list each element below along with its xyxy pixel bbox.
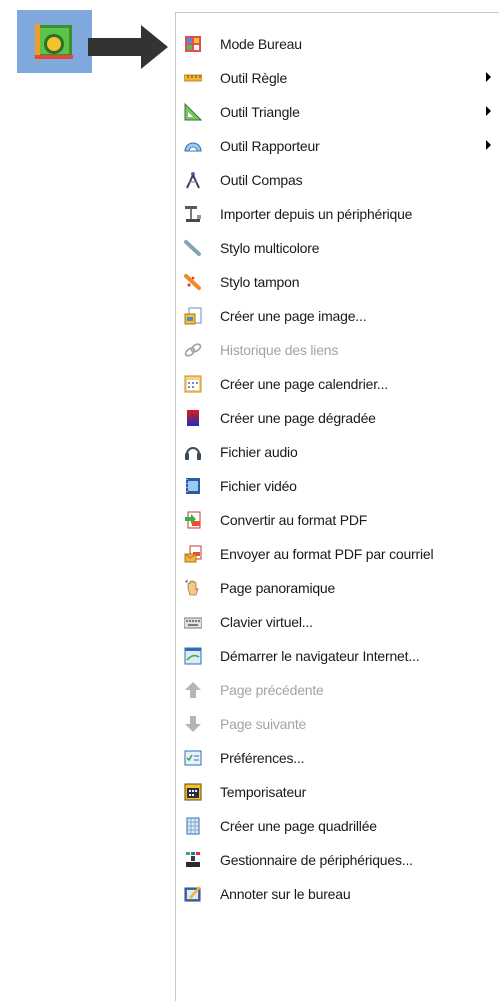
- menu-item-label: Gestionnaire de périphériques...: [220, 852, 413, 868]
- menu-item-label: Envoyer au format PDF par courriel: [220, 546, 434, 562]
- menu-item-stylo-multicolore[interactable]: Stylo multicolore: [176, 231, 499, 265]
- arrow-down-icon: [185, 716, 201, 732]
- menu-item-label: Mode Bureau: [220, 36, 302, 52]
- email-pdf-icon: [184, 545, 202, 563]
- menu-item-label: Page suivante: [220, 716, 307, 732]
- menu-item-creer-page-quadrillee[interactable]: Créer une page quadrillée: [176, 809, 499, 843]
- menu-item-outil-regle[interactable]: Outil Règle: [176, 61, 499, 95]
- menu-item-demarrer-navigateur[interactable]: Démarrer le navigateur Internet...: [176, 639, 499, 673]
- menu-item-outil-triangle[interactable]: Outil Triangle: [176, 95, 499, 129]
- smartboard-app-icon: [35, 24, 73, 60]
- menu-item-label: Annoter sur le bureau: [220, 886, 351, 902]
- menu-item-label: Page panoramique: [220, 580, 336, 596]
- menu-item-label: Outil Triangle: [220, 104, 300, 120]
- import-device-icon: [185, 206, 201, 222]
- menu-item-label: Stylo multicolore: [220, 240, 320, 256]
- menu-item-outil-rapporteur[interactable]: Outil Rapporteur: [176, 129, 499, 163]
- submenu-arrow-icon: [486, 140, 491, 150]
- menu-item-label: Créer une page dégradée: [220, 410, 376, 426]
- compass-icon: [186, 172, 200, 189]
- desktop-mode-icon: [185, 36, 201, 52]
- menu-item-label: Démarrer le navigateur Internet...: [220, 648, 420, 664]
- menu-item-preferences[interactable]: Préférences...: [176, 741, 499, 775]
- menu-item-label: Outil Compas: [220, 172, 303, 188]
- menu-item-historique-liens[interactable]: Historique des liens: [176, 333, 499, 367]
- image-page-icon: [184, 307, 202, 325]
- menu-item-label: Stylo tampon: [220, 274, 300, 290]
- menu-item-label: Temporisateur: [220, 784, 307, 800]
- menu-item-label: Créer une page quadrillée: [220, 818, 377, 834]
- keyboard-icon: [184, 617, 202, 629]
- stamp-pen-icon: [184, 274, 201, 290]
- preferences-icon: [184, 750, 202, 766]
- submenu-arrow-icon: [486, 106, 491, 116]
- arrow-up-icon: [185, 682, 201, 698]
- device-manager-icon: [186, 852, 200, 867]
- calendar-page-icon: [184, 375, 202, 393]
- menu-item-label: Créer une page image...: [220, 308, 367, 324]
- menu-item-creer-page-calendrier[interactable]: Créer une page calendrier...: [176, 367, 499, 401]
- context-menu: Mode Bureau Outil Règle Outil Triangle O…: [175, 12, 499, 1001]
- menu-item-convertir-pdf[interactable]: Convertir au format PDF: [176, 503, 499, 537]
- menu-item-page-panoramique[interactable]: Page panoramique: [176, 571, 499, 605]
- link-history-icon: [184, 343, 202, 357]
- menu-item-label: Outil Rapporteur: [220, 138, 320, 154]
- menu-item-annoter-bureau[interactable]: Annoter sur le bureau: [176, 877, 499, 911]
- triangle-icon: [184, 103, 202, 121]
- menu-item-envoyer-pdf-courriel[interactable]: Envoyer au format PDF par courriel: [176, 537, 499, 571]
- menu-item-label: Fichier vidéo: [220, 478, 297, 494]
- menu-item-fichier-video[interactable]: Fichier vidéo: [176, 469, 499, 503]
- browser-icon: [184, 647, 202, 665]
- grid-page-icon: [186, 817, 200, 835]
- menu-item-label: Importer depuis un périphérique: [220, 206, 413, 222]
- menu-item-label: Historique des liens: [220, 342, 339, 358]
- ruler-icon: [184, 74, 202, 82]
- multicolor-pen-icon: [184, 240, 201, 256]
- menu-item-label: Préférences...: [220, 750, 305, 766]
- menu-item-label: Créer une page calendrier...: [220, 376, 388, 392]
- convert-pdf-icon: [185, 511, 201, 529]
- menu-item-page-suivante[interactable]: Page suivante: [176, 707, 499, 741]
- headphones-icon: [185, 447, 201, 460]
- timer-icon: [184, 783, 202, 801]
- menu-item-label: Clavier virtuel...: [220, 614, 313, 630]
- menu-item-fichier-audio[interactable]: Fichier audio: [176, 435, 499, 469]
- menu-item-gestionnaire-peripheriques[interactable]: Gestionnaire de périphériques...: [176, 843, 499, 877]
- menu-item-stylo-tampon[interactable]: Stylo tampon: [176, 265, 499, 299]
- menu-item-label: Convertir au format PDF: [220, 512, 368, 528]
- menu-item-temporisateur[interactable]: Temporisateur: [176, 775, 499, 809]
- arrow-right-icon: [88, 25, 168, 69]
- menu-item-creer-page-degradee[interactable]: Créer une page dégradée: [176, 401, 499, 435]
- menu-item-outil-compas[interactable]: Outil Compas: [176, 163, 499, 197]
- menu-item-importer-peripherique[interactable]: Importer depuis un périphérique: [176, 197, 499, 231]
- pan-hand-icon: [185, 580, 199, 596]
- video-file-icon: [186, 478, 200, 494]
- menu-item-label: Page précédente: [220, 682, 324, 698]
- annotate-desktop-icon: [184, 886, 201, 902]
- smartboard-launcher-button[interactable]: [17, 10, 92, 73]
- menu-item-label: Fichier audio: [220, 444, 298, 460]
- submenu-arrow-icon: [486, 72, 491, 82]
- gradient-page-icon: [187, 410, 199, 426]
- menu-item-mode-bureau[interactable]: Mode Bureau: [176, 27, 499, 61]
- protractor-icon: [184, 142, 202, 152]
- menu-item-page-precedente[interactable]: Page précédente: [176, 673, 499, 707]
- menu-item-creer-page-image[interactable]: Créer une page image...: [176, 299, 499, 333]
- menu-item-label: Outil Règle: [220, 70, 288, 86]
- menu-item-clavier-virtuel[interactable]: Clavier virtuel...: [176, 605, 499, 639]
